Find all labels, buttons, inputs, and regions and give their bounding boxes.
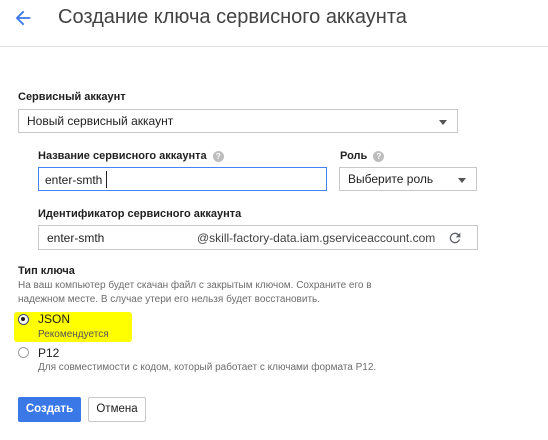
chevron-down-icon bbox=[439, 120, 447, 125]
service-account-value: Новый сервисный аккаунт bbox=[27, 114, 174, 128]
service-account-select[interactable]: Новый сервисный аккаунт bbox=[18, 109, 458, 133]
key-type-description-line-1: На ваш компьютер будет скачан файл с зак… bbox=[18, 280, 372, 291]
radio-json-hint: Рекомендуется bbox=[38, 329, 109, 340]
arrow-back-icon[interactable] bbox=[12, 7, 34, 29]
account-name-label: Название сервисного аккаунта? bbox=[38, 150, 224, 162]
account-name-label-text: Название сервисного аккаунта bbox=[38, 150, 207, 162]
create-button[interactable]: Создать bbox=[18, 397, 81, 422]
key-type-description-line-2: надежном месте. В случае утери его нельз… bbox=[18, 294, 321, 305]
key-type-description: На ваш компьютер будет скачан файл с зак… bbox=[18, 279, 458, 307]
role-label: Роль? bbox=[340, 150, 385, 162]
account-id-domain-suffix: @skill-factory-data.iam.gserviceaccount.… bbox=[197, 231, 436, 245]
account-id-label: Идентификатор сервисного аккаунта bbox=[38, 208, 242, 220]
key-type-label: Тип ключа bbox=[18, 265, 75, 277]
role-label-text: Роль bbox=[340, 150, 368, 162]
text-cursor bbox=[106, 171, 107, 188]
help-icon[interactable]: ? bbox=[212, 150, 224, 162]
role-value: Выберите роль bbox=[348, 172, 434, 186]
account-name-input[interactable]: enter-smth bbox=[38, 167, 327, 191]
help-icon[interactable]: ? bbox=[373, 150, 385, 162]
cancel-button[interactable]: Отмена bbox=[88, 397, 146, 422]
refresh-icon[interactable] bbox=[447, 230, 463, 246]
account-name-value: enter-smth bbox=[45, 173, 103, 187]
account-id-value: enter-smth bbox=[47, 231, 105, 245]
page-title: Создание ключа сервисного аккаунта bbox=[58, 6, 407, 28]
account-id-input[interactable]: enter-smth @skill-factory-data.iam.gserv… bbox=[38, 225, 478, 250]
radio-p12[interactable] bbox=[18, 347, 29, 358]
page-header: Создание ключа сервисного аккаунта bbox=[0, 0, 548, 47]
chevron-down-icon bbox=[458, 178, 466, 183]
radio-json-label[interactable]: JSON bbox=[38, 312, 70, 326]
role-select[interactable]: Выберите роль bbox=[339, 167, 477, 191]
service-account-label: Сервисный аккаунт bbox=[18, 91, 126, 103]
radio-p12-label[interactable]: P12 bbox=[38, 346, 59, 360]
radio-p12-hint: Для совместимости с кодом, который работ… bbox=[38, 362, 377, 373]
radio-json[interactable] bbox=[18, 314, 29, 325]
